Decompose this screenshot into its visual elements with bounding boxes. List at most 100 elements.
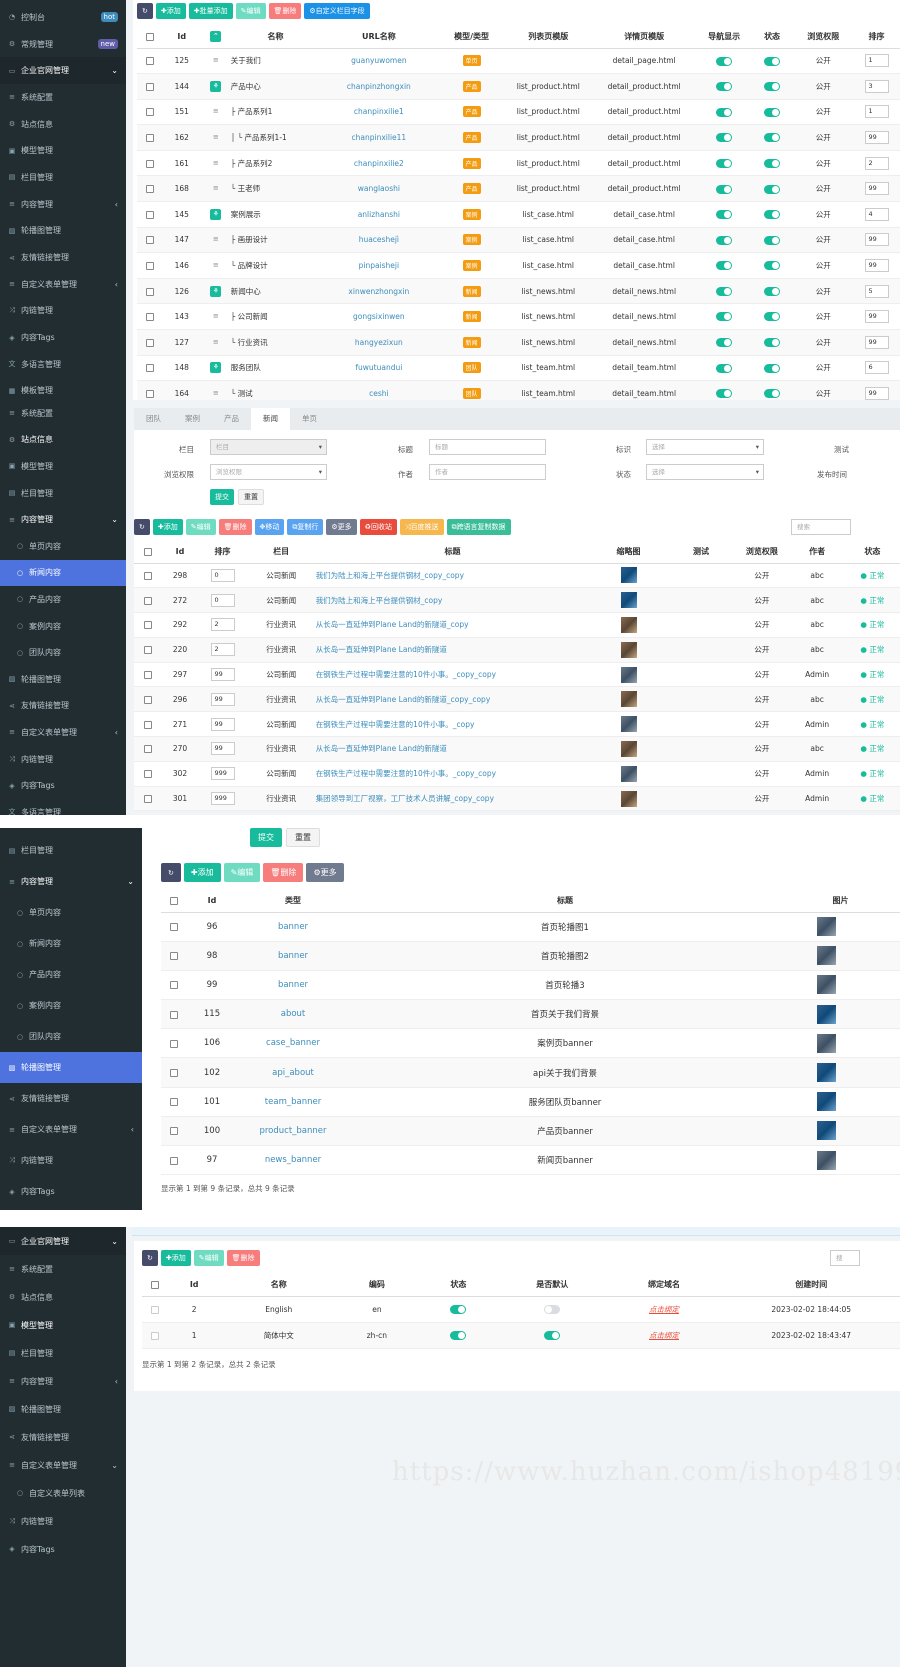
title-link[interactable]: 我们为陆上和海上平台提供钢材_copy — [316, 596, 443, 605]
sidebar-item[interactable]: ○ 案例内容 — [0, 613, 126, 640]
search-input[interactable]: 搜索 — [791, 519, 851, 535]
row-checkbox[interactable] — [170, 1098, 178, 1107]
table-row[interactable]: 101 team_banner 服务团队页banner — [161, 1087, 900, 1117]
url-link[interactable]: xinwenzhongxin — [348, 287, 409, 296]
table-row[interactable]: 1 简体中文 zh-cn 点击绑定 2023-02-02 18:43:47 — [142, 1322, 900, 1349]
nav-toggle[interactable] — [716, 56, 733, 66]
toolbar-button[interactable]: 🗑 删除 — [218, 519, 252, 535]
table-row[interactable]: 296 99 行业资讯 从长岛一直延伸到Plane Land的新隧道_copy_cop… — [134, 686, 900, 713]
banner-image[interactable] — [817, 975, 836, 995]
url-link[interactable]: wanglaoshi — [358, 184, 400, 193]
sidebar-item[interactable]: ⋖ 友情链接管理 — [0, 244, 126, 271]
thumbnail-image[interactable] — [620, 616, 637, 633]
row-checkbox[interactable] — [143, 571, 152, 580]
title-link[interactable]: 在钢铁生产过程中需要注意的10件小事。_copy — [316, 720, 475, 729]
column-select[interactable]: 栏目 — [210, 439, 327, 455]
sidebar-item[interactable]: ○ 产品内容 — [0, 959, 142, 990]
reset-button[interactable]: 重置 — [286, 828, 320, 847]
title-link[interactable]: 从长岛一直延伸到Plane Land的新隧道_copy — [316, 620, 469, 629]
table-row[interactable]: 292 2 行业资讯 从长岛一直延伸到Plane Land的新隧道_copy 公开 abc… — [134, 612, 900, 638]
table-row[interactable]: 220 2 行业资讯 从长岛一直延伸到Plane Land的新隧道 公开 abc ● 正常 — [134, 637, 900, 663]
table-row[interactable]: 164 ≡ └ 测试 ceshi 团队 list_team.html detail_team… — [137, 380, 900, 400]
row-checkbox[interactable] — [143, 621, 152, 630]
sort-input[interactable]: 99 — [864, 387, 889, 400]
nav-toggle[interactable] — [716, 261, 733, 271]
toolbar-button[interactable]: ✚ 批量添加 — [188, 3, 233, 19]
sidebar-item[interactable]: ○ 单页内容 — [0, 533, 126, 560]
nav-toggle[interactable] — [716, 107, 733, 117]
nav-toggle[interactable] — [716, 235, 733, 245]
sort-input[interactable]: 99 — [210, 692, 235, 706]
status-toggle[interactable] — [764, 312, 781, 322]
row-checkbox[interactable] — [145, 82, 154, 91]
table-row[interactable]: 147 ≡ ├ 画册设计 huaceshejì 案例 list_case.html deta… — [137, 227, 900, 254]
status-toggle[interactable] — [764, 389, 781, 399]
row-checkbox[interactable] — [170, 1156, 178, 1165]
row-checkbox[interactable] — [170, 981, 178, 990]
status-toggle[interactable] — [764, 210, 781, 220]
thumbnail-image[interactable] — [620, 765, 637, 782]
table-row[interactable]: 301 999 行业资讯 集团领导到工厂视察，工厂技术人员讲解_copy_copy 公开… — [134, 786, 900, 812]
tree-toggle-icon[interactable]: ⌃ — [210, 31, 222, 43]
nav-toggle[interactable] — [716, 312, 733, 322]
status-toggle[interactable] — [764, 363, 781, 373]
thumbnail-image[interactable] — [620, 641, 637, 658]
row-checkbox[interactable] — [170, 923, 178, 932]
sort-input[interactable]: 999 — [210, 792, 235, 806]
status-toggle[interactable] — [764, 338, 781, 348]
table-row[interactable]: 126 ⚘ 新闻中心 xinwenzhongxin 新闻 list_news.html de… — [137, 278, 900, 305]
sort-input[interactable]: 99 — [864, 335, 889, 349]
table-row[interactable]: 102 api_about api关于我们背景 — [161, 1057, 900, 1088]
type-link[interactable]: news_banner — [265, 1155, 321, 1165]
toolbar-button[interactable]: ✎ 编辑 — [235, 3, 266, 19]
url-link[interactable]: chanpinxilie1 — [354, 107, 404, 116]
table-row[interactable]: 115 about 首页关于我们背景 — [161, 999, 900, 1030]
permission-select[interactable]: 浏览权限 — [210, 464, 327, 480]
sidebar-item[interactable]: ○ 团队内容 — [0, 1021, 142, 1052]
sort-input[interactable]: 99 — [864, 233, 889, 247]
sidebar-item[interactable]: ◈ 内容Tags — [0, 1176, 142, 1207]
tab[interactable]: 单页 — [290, 408, 329, 430]
author-input[interactable]: 作者 — [429, 464, 546, 480]
sidebar-item[interactable]: ▨ 轮播图管理 — [0, 1052, 142, 1083]
sort-input[interactable]: 2 — [864, 156, 889, 170]
nav-toggle[interactable] — [716, 338, 733, 348]
tab[interactable]: 案例 — [173, 408, 212, 430]
url-link[interactable]: fuwutuandui — [355, 363, 402, 372]
url-link[interactable]: hangyezixun — [355, 338, 403, 347]
table-row[interactable]: 99 banner 首页轮播3 — [161, 970, 900, 1001]
title-link[interactable]: 我们为陆上和海上平台提供钢材_copy_copy — [316, 571, 464, 580]
sort-input[interactable]: 0 — [210, 593, 235, 607]
type-link[interactable]: banner — [278, 922, 308, 932]
title-link[interactable]: 从长岛一直延伸到Plane Land的新隧道_copy_copy — [316, 695, 491, 704]
row-checkbox[interactable] — [145, 185, 154, 194]
sort-input[interactable]: 3 — [864, 79, 889, 93]
row-checkbox[interactable] — [143, 596, 152, 605]
title-link[interactable]: 集团领导到工厂视察，工厂技术人员讲解_copy_copy — [316, 794, 494, 803]
toolbar-button[interactable]: ⤨ 百度推送 — [399, 519, 444, 535]
nav-toggle[interactable] — [716, 286, 733, 296]
thumbnail-image[interactable] — [620, 666, 637, 683]
thumbnail-image[interactable] — [620, 592, 637, 609]
sort-input[interactable]: 99 — [864, 259, 889, 273]
type-link[interactable]: product_banner — [259, 1126, 326, 1136]
status-toggle[interactable] — [450, 1330, 467, 1340]
table-row[interactable]: 100 product_banner 产品页banner — [161, 1116, 900, 1147]
sidebar-item[interactable]: ≡ 内容管理 ⌄ — [0, 506, 126, 533]
sidebar-item[interactable]: ⋖ 友情链接管理 — [0, 1083, 142, 1114]
thumbnail-image[interactable] — [620, 790, 637, 807]
thumbnail-image[interactable] — [620, 716, 637, 733]
title-link[interactable]: 在钢铁生产过程中需要注意的10件小事。_copy_copy — [316, 670, 496, 679]
row-checkbox[interactable] — [145, 210, 154, 219]
status-toggle[interactable] — [764, 158, 781, 168]
row-checkbox[interactable] — [170, 1010, 178, 1019]
row-checkbox[interactable] — [145, 236, 154, 245]
sort-input[interactable]: 5 — [864, 284, 889, 298]
url-link[interactable]: guanyuwomen — [351, 56, 406, 65]
sort-input[interactable]: 99 — [210, 668, 235, 682]
url-link[interactable]: huaceshejì — [359, 235, 399, 244]
sidebar-item[interactable]: ○ 产品内容 — [0, 586, 126, 613]
sidebar-item[interactable]: ▣ 模型管理 — [0, 453, 126, 480]
nav-toggle[interactable] — [716, 184, 733, 194]
status-toggle[interactable] — [764, 56, 781, 66]
